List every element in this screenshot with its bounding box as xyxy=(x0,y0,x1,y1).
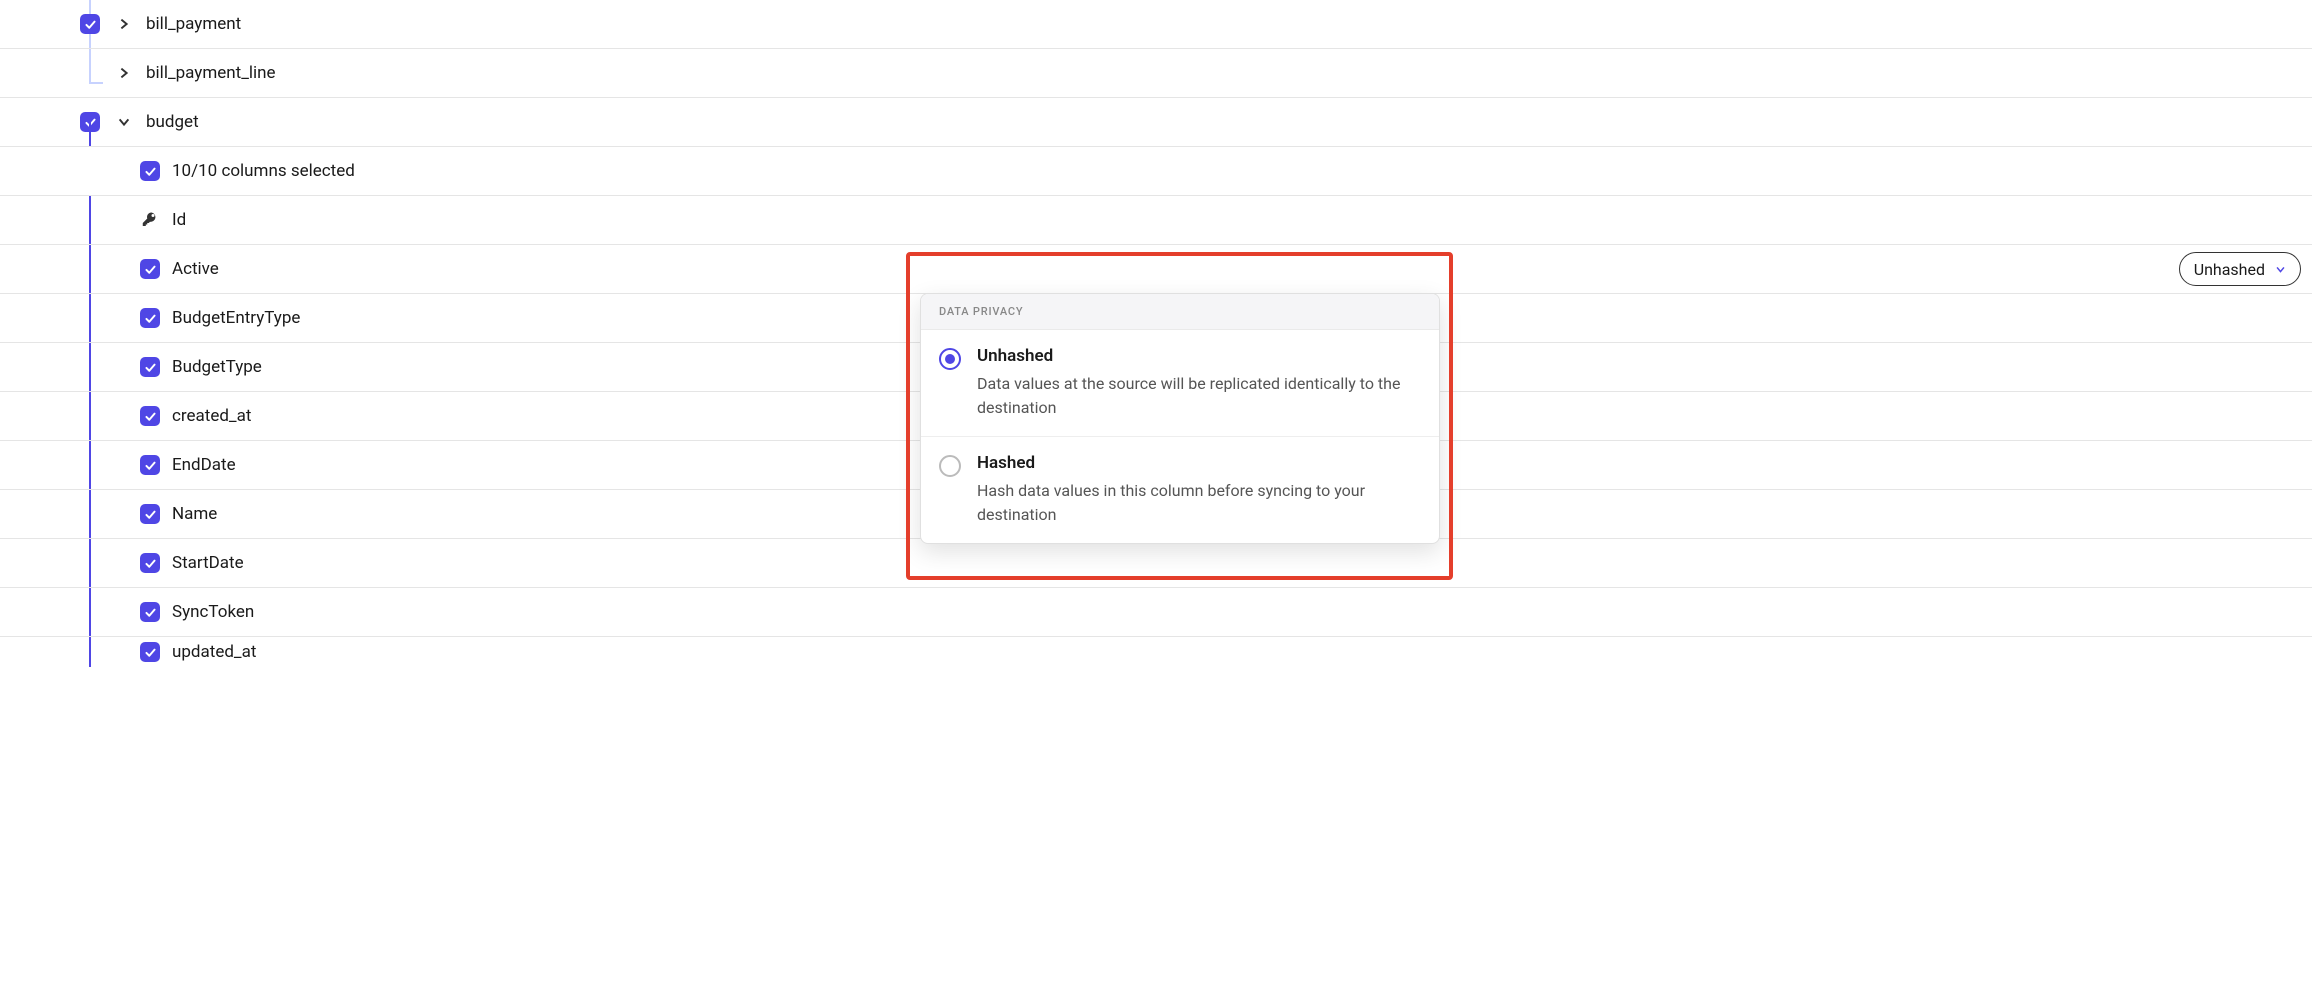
check-icon xyxy=(144,312,157,325)
column-label: updated_at xyxy=(172,642,256,662)
popover-header: DATA PRIVACY xyxy=(921,294,1439,330)
dropdown-label: Unhashed xyxy=(2194,260,2265,279)
column-label: BudgetType xyxy=(172,357,262,377)
checkbox-column[interactable] xyxy=(140,553,160,573)
column-label: EndDate xyxy=(172,455,236,475)
checkbox-column[interactable] xyxy=(140,406,160,426)
check-icon xyxy=(144,646,157,659)
data-privacy-popover: DATA PRIVACY Unhashed Data values at the… xyxy=(920,293,1440,544)
column-row[interactable]: StartDate xyxy=(0,539,2312,588)
radio-selected-icon[interactable] xyxy=(939,348,961,370)
checkbox-column[interactable] xyxy=(140,504,160,524)
option-desc: Hash data values in this column before s… xyxy=(977,479,1421,527)
check-icon xyxy=(144,165,157,178)
checkbox-column[interactable] xyxy=(140,455,160,475)
table-label: bill_payment_line xyxy=(146,63,276,83)
column-label: Id xyxy=(172,210,186,230)
check-icon xyxy=(144,606,157,619)
column-row[interactable]: SyncToken xyxy=(0,588,2312,637)
chevron-right-icon[interactable] xyxy=(114,14,134,34)
chevron-right-icon[interactable] xyxy=(114,63,134,83)
table-row-bill-payment-line[interactable]: bill_payment_line xyxy=(0,49,2312,98)
column-label: Name xyxy=(172,504,217,524)
columns-summary-label: 10/10 columns selected xyxy=(172,161,355,181)
table-label: bill_payment xyxy=(146,14,241,34)
chevron-down-icon[interactable] xyxy=(114,112,134,132)
check-icon xyxy=(144,361,157,374)
check-icon xyxy=(144,410,157,423)
column-label: SyncToken xyxy=(172,602,254,622)
option-title: Unhashed xyxy=(977,346,1421,366)
check-icon xyxy=(144,459,157,472)
column-row[interactable]: updated_at xyxy=(0,637,2312,667)
option-desc: Data values at the source will be replic… xyxy=(977,372,1421,420)
table-row-budget[interactable]: budget xyxy=(0,98,2312,147)
chevron-down-icon xyxy=(2275,264,2286,275)
radio-unselected-icon[interactable] xyxy=(939,455,961,477)
privacy-option-unhashed[interactable]: Unhashed Data values at the source will … xyxy=(921,330,1439,437)
columns-summary-row[interactable]: 10/10 columns selected xyxy=(0,147,2312,196)
table-row-bill-payment[interactable]: bill_payment xyxy=(0,0,2312,49)
privacy-option-hashed[interactable]: Hashed Hash data values in this column b… xyxy=(921,437,1439,543)
check-icon xyxy=(144,557,157,570)
checkbox-column[interactable] xyxy=(140,602,160,622)
column-row-id[interactable]: Id xyxy=(0,196,2312,245)
checkbox-column[interactable] xyxy=(140,259,160,279)
option-title: Hashed xyxy=(977,453,1421,473)
hashing-dropdown[interactable]: Unhashed xyxy=(2179,252,2301,286)
checkbox-column[interactable] xyxy=(140,357,160,377)
column-label: Active xyxy=(172,259,219,279)
table-label: budget xyxy=(146,112,199,132)
checkbox-column[interactable] xyxy=(140,642,160,662)
key-icon xyxy=(140,210,160,230)
checkbox-bill-payment[interactable] xyxy=(80,14,100,34)
column-label: created_at xyxy=(172,406,251,426)
column-label: BudgetEntryType xyxy=(172,308,300,328)
check-icon xyxy=(144,263,157,276)
check-icon xyxy=(144,508,157,521)
checkbox-columns-all[interactable] xyxy=(140,161,160,181)
column-row-active[interactable]: Active Unhashed xyxy=(0,245,2312,294)
column-label: StartDate xyxy=(172,553,244,573)
checkbox-column[interactable] xyxy=(140,308,160,328)
check-icon xyxy=(84,18,97,31)
